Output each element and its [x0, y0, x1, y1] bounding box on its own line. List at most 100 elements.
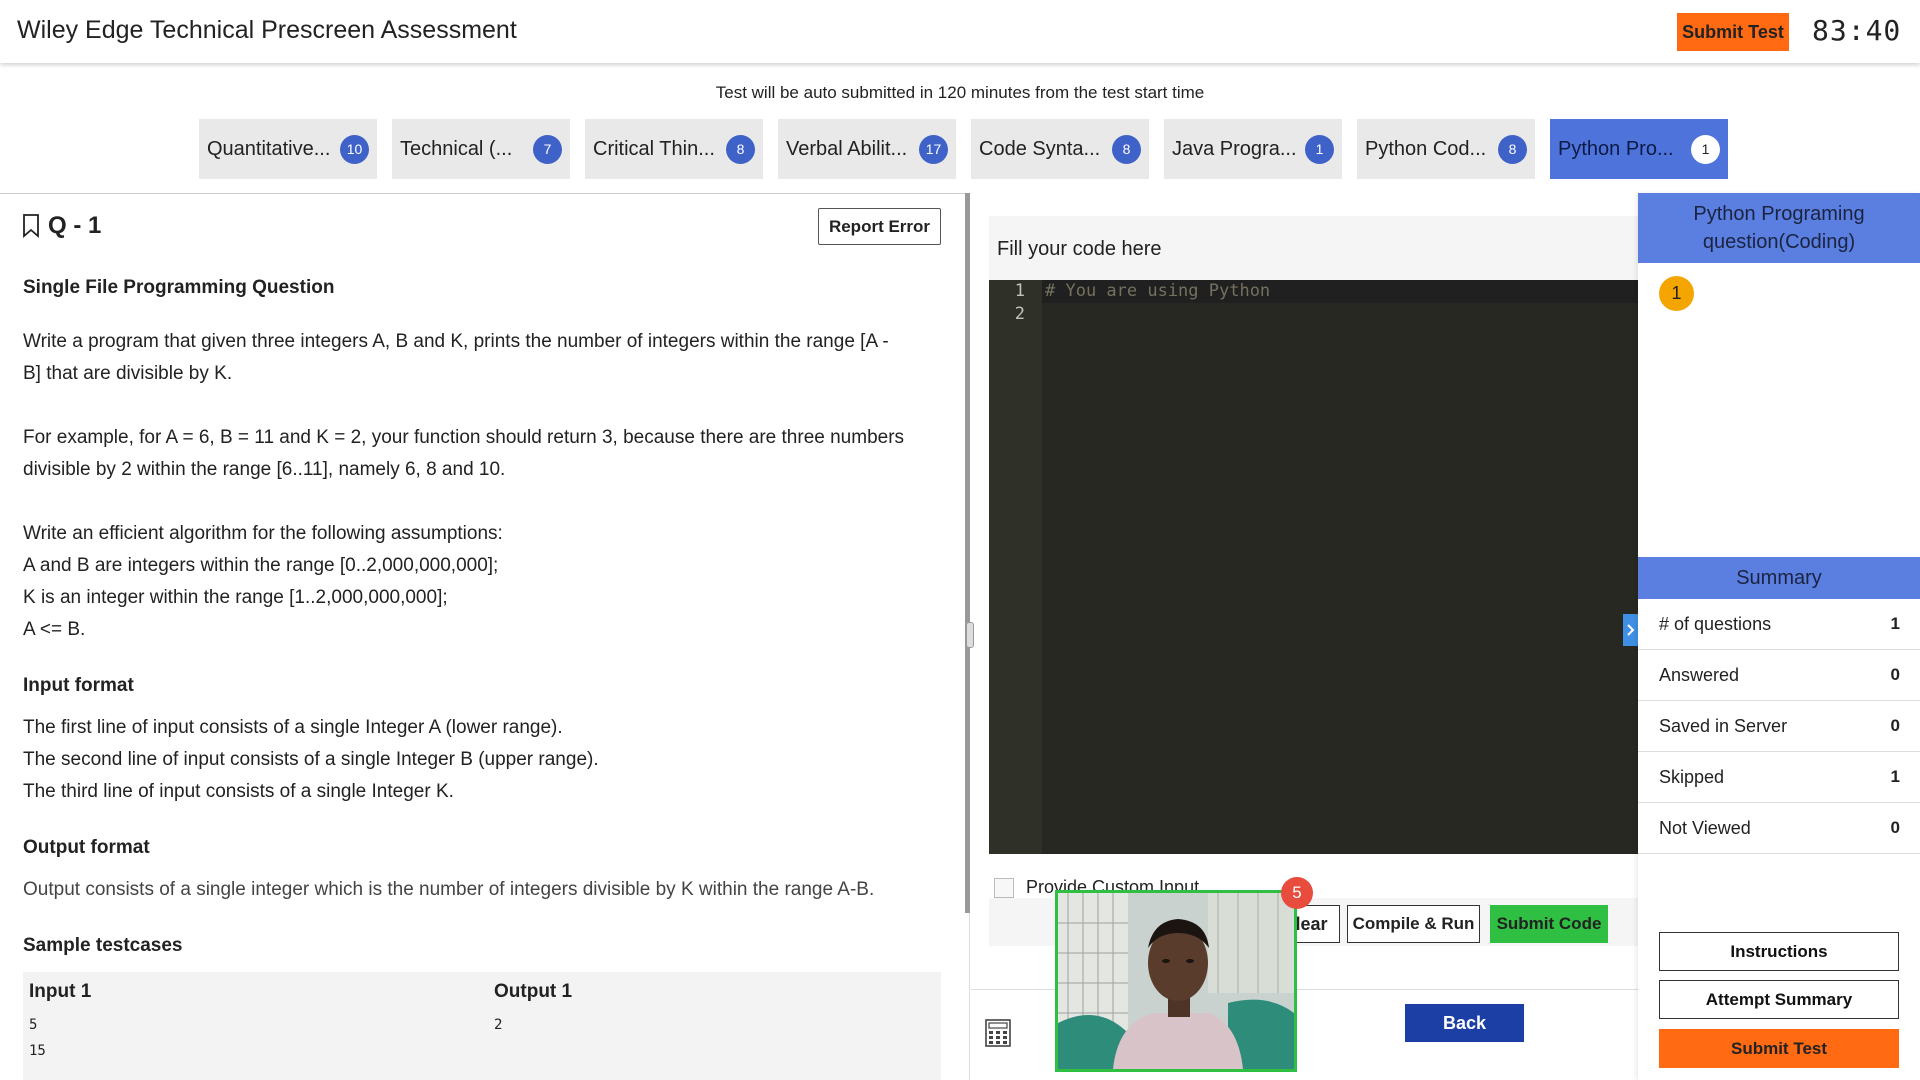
summary-value: 0 [1890, 818, 1900, 837]
sample-testcase-table: Input 1 5 15 Output 1 2 [23, 972, 941, 1080]
question-text: Write an efficient algorithm for the fol… [23, 523, 503, 544]
question-text: B] that are divisible by K. [23, 363, 233, 384]
tab-critical-thinking[interactable]: Critical Thin... 8 [585, 119, 763, 179]
calculator-icon[interactable] [985, 1019, 1011, 1047]
tab-label: Python Pro... [1558, 137, 1674, 160]
question-body: Single File Programming Question Write a… [23, 272, 943, 962]
question-text: Write a program that given three integer… [23, 331, 889, 352]
section-tabs: Quantitative... 10 Technical (... 7 Crit… [199, 119, 1728, 179]
code-editor[interactable]: 1 2 # You are using Python [989, 280, 1638, 854]
expand-sidebar-button[interactable] [1623, 614, 1638, 646]
question-navigator-panel: Python Programing question(Coding) 1 Sum… [1638, 193, 1920, 1080]
sample-output-value: 2 [494, 1017, 503, 1033]
question-scrollbar[interactable] [965, 193, 970, 913]
summary-value: 0 [1890, 716, 1900, 735]
question-panel: Q - 1 Report Error Single File Programmi… [0, 193, 970, 1080]
input-format-title: Input format [23, 675, 134, 696]
panel-resize-handle[interactable] [966, 622, 974, 648]
tab-count-badge: 10 [340, 134, 369, 164]
summary-value: 1 [1890, 614, 1900, 633]
sample-input-value: 15 [29, 1043, 46, 1059]
tab-count-badge: 8 [1498, 134, 1527, 164]
summary-table: # of questions 1 Answered 0 Saved in Ser… [1638, 599, 1920, 854]
submit-code-button[interactable]: Submit Code [1490, 905, 1608, 943]
code-comment: # You are using Python [1045, 281, 1271, 301]
summary-row: Not Viewed 0 [1638, 803, 1920, 854]
webcam-alert-badge: 5 [1281, 877, 1313, 909]
tab-label: Java Progra... [1172, 137, 1297, 160]
summary-row: Skipped 1 [1638, 752, 1920, 803]
webcam-feed-image [1058, 893, 1294, 1069]
tab-quantitative[interactable]: Quantitative... 10 [199, 119, 377, 179]
summary-value: 1 [1890, 767, 1900, 786]
question-text: Output consists of a single integer whic… [23, 879, 875, 900]
tab-label: Python Cod... [1365, 137, 1487, 160]
sample-input-value: 5 [29, 1017, 38, 1033]
chevron-right-icon [1626, 624, 1634, 636]
top-header: Wiley Edge Technical Prescreen Assessmen… [0, 0, 1920, 63]
summary-value: 0 [1890, 665, 1900, 684]
compile-run-button[interactable]: Compile & Run [1347, 905, 1480, 943]
tab-verbal-ability[interactable]: Verbal Abilit... 17 [778, 119, 956, 179]
question-bubble[interactable]: 1 [1659, 276, 1694, 311]
webcam-preview[interactable] [1055, 890, 1297, 1072]
summary-label: Not Viewed [1659, 817, 1751, 838]
auto-submit-notice: Test will be auto submitted in 120 minut… [715, 83, 1205, 102]
line-gutter: 1 2 [989, 280, 1042, 854]
attempt-summary-button[interactable]: Attempt Summary [1659, 980, 1899, 1019]
question-text: The second line of input consists of a s… [23, 749, 599, 770]
summary-title: Summary [1638, 557, 1920, 599]
report-error-button[interactable]: Report Error [818, 208, 941, 245]
section-title: Python Programing question(Coding) [1638, 193, 1920, 263]
summary-row: Answered 0 [1638, 650, 1920, 701]
submit-test-button[interactable]: Submit Test [1677, 13, 1789, 51]
sample-input-column: Input 1 5 15 [23, 972, 91, 1064]
summary-label: Skipped [1659, 766, 1725, 787]
tab-count-badge: 7 [533, 134, 562, 164]
sidebar-submit-test-button[interactable]: Submit Test [1659, 1029, 1899, 1068]
question-type-title: Single File Programming Question [23, 277, 335, 298]
question-text: K is an integer within the range [1..2,0… [23, 587, 448, 608]
tab-technical[interactable]: Technical (... 7 [392, 119, 570, 179]
tab-label: Code Synta... [979, 137, 1101, 160]
question-number: Q - 1 [48, 212, 102, 239]
tab-count-badge: 17 [919, 134, 948, 164]
sample-output-header: Output 1 [494, 981, 573, 1002]
summary-row: # of questions 1 [1638, 599, 1920, 650]
question-text: A <= B. [23, 619, 86, 640]
tab-label: Critical Thin... [593, 137, 715, 160]
tab-count-badge: 8 [726, 134, 755, 164]
tab-code-syntax[interactable]: Code Synta... 8 [971, 119, 1149, 179]
sample-testcases-title: Sample testcases [23, 935, 183, 956]
back-button[interactable]: Back [1405, 1004, 1524, 1042]
summary-label: # of questions [1659, 613, 1772, 634]
question-text: The third line of input consists of a si… [23, 781, 454, 802]
custom-input-checkbox[interactable] [994, 877, 1014, 898]
summary-row: Saved in Server 0 [1638, 701, 1920, 752]
summary-label: Answered [1659, 664, 1740, 685]
tab-label: Verbal Abilit... [786, 137, 908, 160]
tab-count-badge: 1 [1305, 134, 1334, 164]
summary-label: Saved in Server [1659, 715, 1788, 736]
tab-python-code[interactable]: Python Cod... 8 [1357, 119, 1535, 179]
tab-count-badge: 1 [1691, 134, 1720, 164]
editor-header: Fill your code here [989, 216, 1638, 280]
countdown-timer: 83:40 [1812, 14, 1902, 47]
question-text: The first line of input consists of a si… [23, 717, 563, 738]
tab-label: Quantitative... [207, 137, 331, 160]
tab-label: Technical (... [400, 137, 513, 160]
tab-python-programming[interactable]: Python Pro... 1 [1550, 119, 1728, 179]
output-format-title: Output format [23, 837, 150, 858]
question-header: Q - 1 [22, 212, 101, 240]
bookmark-icon[interactable] [22, 214, 40, 238]
question-text: divisible by 2 within the range [6..11],… [23, 459, 506, 480]
question-text: A and B are integers within the range [0… [23, 555, 499, 576]
sample-output-column: Output 1 2 [488, 972, 572, 1038]
line-number: 1 [1014, 281, 1025, 301]
sample-input-header: Input 1 [29, 981, 92, 1002]
app-title: Wiley Edge Technical Prescreen Assessmen… [17, 16, 517, 44]
question-text: For example, for A = 6, B = 11 and K = 2… [23, 427, 905, 448]
tab-java-programming[interactable]: Java Progra... 1 [1164, 119, 1342, 179]
code-editor-area: Fill your code here 1 2 # You are using … [989, 216, 1638, 854]
instructions-button[interactable]: Instructions [1659, 932, 1899, 971]
